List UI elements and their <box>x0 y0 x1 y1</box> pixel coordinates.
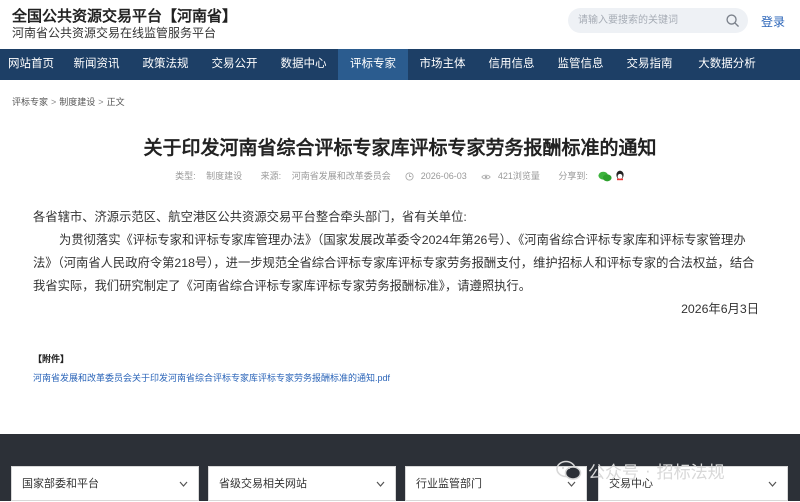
main-nav: 网站首页 新闻资讯 政策法规 交易公开 数据中心 评标专家 市场主体 信用信息 … <box>0 49 800 80</box>
nav-item-data-center[interactable]: 数据中心 <box>269 49 338 80</box>
chevron-down-icon <box>376 481 385 487</box>
nav-item-big-data[interactable]: 大数据分析 <box>684 49 770 80</box>
nav-item-credit[interactable]: 信用信息 <box>477 49 546 80</box>
breadcrumb-separator: > <box>51 97 57 107</box>
meta-share-label: 分享到: <box>558 171 588 181</box>
meta-date: 2026-06-03 <box>405 171 471 181</box>
site-subtitle: 河南省公共资源交易在线监管服务平台 <box>12 26 217 40</box>
breadcrumb-separator: > <box>98 97 104 107</box>
breadcrumb-item-experts[interactable]: 评标专家 <box>12 97 48 107</box>
watermark-prefix: 公众号 <box>588 463 639 482</box>
meta-source-label: 来源: <box>260 171 282 181</box>
meta-type-value: 制度建设 <box>206 171 243 181</box>
watermark-dot: · <box>645 460 651 480</box>
article-salutation: 各省辖市、济源示范区、航空港区公共资源交易平台整合牵头部门，省有关单位: <box>33 210 467 224</box>
nav-item-guide[interactable]: 交易指南 <box>615 49 684 80</box>
site-header: 全国公共资源交易平台【河南省】 河南省公共资源交易在线监管服务平台 登录 <box>0 0 800 46</box>
chevron-down-icon <box>768 481 777 487</box>
nav-item-policy[interactable]: 政策法规 <box>131 49 200 80</box>
meta-views: 421浏览量 <box>481 171 544 181</box>
footer-select-provincial[interactable]: 省级交易相关网站 <box>208 466 396 501</box>
footer-select-label: 省级交易相关网站 <box>219 478 307 490</box>
footer-select-national[interactable]: 国家部委和平台 <box>11 466 199 501</box>
share-icons <box>598 170 625 184</box>
clock-icon <box>405 172 414 181</box>
search-box <box>568 8 748 33</box>
chevron-down-icon <box>179 481 188 487</box>
nav-item-news[interactable]: 新闻资讯 <box>62 49 131 80</box>
meta-source-value: 河南省发展和改革委员会 <box>291 171 391 181</box>
eye-icon <box>481 174 491 179</box>
meta-views-value: 421浏览量 <box>497 171 540 181</box>
article-title: 关于印发河南省综合评标专家库评标专家劳务报酬标准的通知 <box>143 138 657 159</box>
watermark: 公众号 · 招标法规 <box>556 458 725 483</box>
breadcrumb: 评标专家 > 制度建设 > 正文 <box>12 95 125 108</box>
nav-item-experts[interactable]: 评标专家 <box>338 49 408 80</box>
breadcrumb-item-system[interactable]: 制度建设 <box>59 97 95 107</box>
meta-type: 类型: 制度建设 <box>171 171 246 181</box>
attachment-link[interactable]: 河南省发展和改革委员会关于印发河南省综合评标专家库评标专家劳务报酬标准的通知.p… <box>33 371 390 384</box>
qq-icon[interactable] <box>615 170 625 182</box>
search-icon[interactable] <box>725 13 740 28</box>
wechat-icon[interactable] <box>598 171 612 182</box>
nav-item-trade[interactable]: 交易公开 <box>200 49 269 80</box>
article-body: 各省辖市、济源示范区、航空港区公共资源交易平台整合牵头部门，省有关单位: 为贯彻… <box>33 206 763 321</box>
meta-date-value: 2026-06-03 <box>420 171 467 181</box>
attachment-label: 【附件】 <box>33 354 70 364</box>
watermark-name: 招标法规 <box>656 463 725 482</box>
site-title[interactable]: 全国公共资源交易平台【河南省】 <box>12 5 237 26</box>
footer-select-label: 行业监管部门 <box>416 478 482 490</box>
meta-share: 分享到: <box>554 170 629 184</box>
search-input[interactable] <box>578 8 716 33</box>
article-paragraph: 为贯彻落实《评标专家和评标专家库管理办法》（国家发展改革委令2024年第26号）… <box>33 233 755 293</box>
meta-type-label: 类型: <box>175 171 196 181</box>
nav-item-home[interactable]: 网站首页 <box>0 49 62 80</box>
login-link[interactable]: 登录 <box>761 13 785 30</box>
breadcrumb-item-current: 正文 <box>106 97 125 107</box>
nav-item-market[interactable]: 市场主体 <box>408 49 477 80</box>
article-meta: 类型: 制度建设 来源: 河南省发展和改革委员会 2026-06-03 421浏… <box>0 169 800 184</box>
article-date: 2026年6月3日 <box>681 302 759 316</box>
nav-item-supervision[interactable]: 监管信息 <box>546 49 615 80</box>
meta-source: 来源: 河南省发展和改革委员会 <box>257 171 395 181</box>
wechat-icon <box>556 460 582 480</box>
footer-select-label: 国家部委和平台 <box>22 478 99 490</box>
